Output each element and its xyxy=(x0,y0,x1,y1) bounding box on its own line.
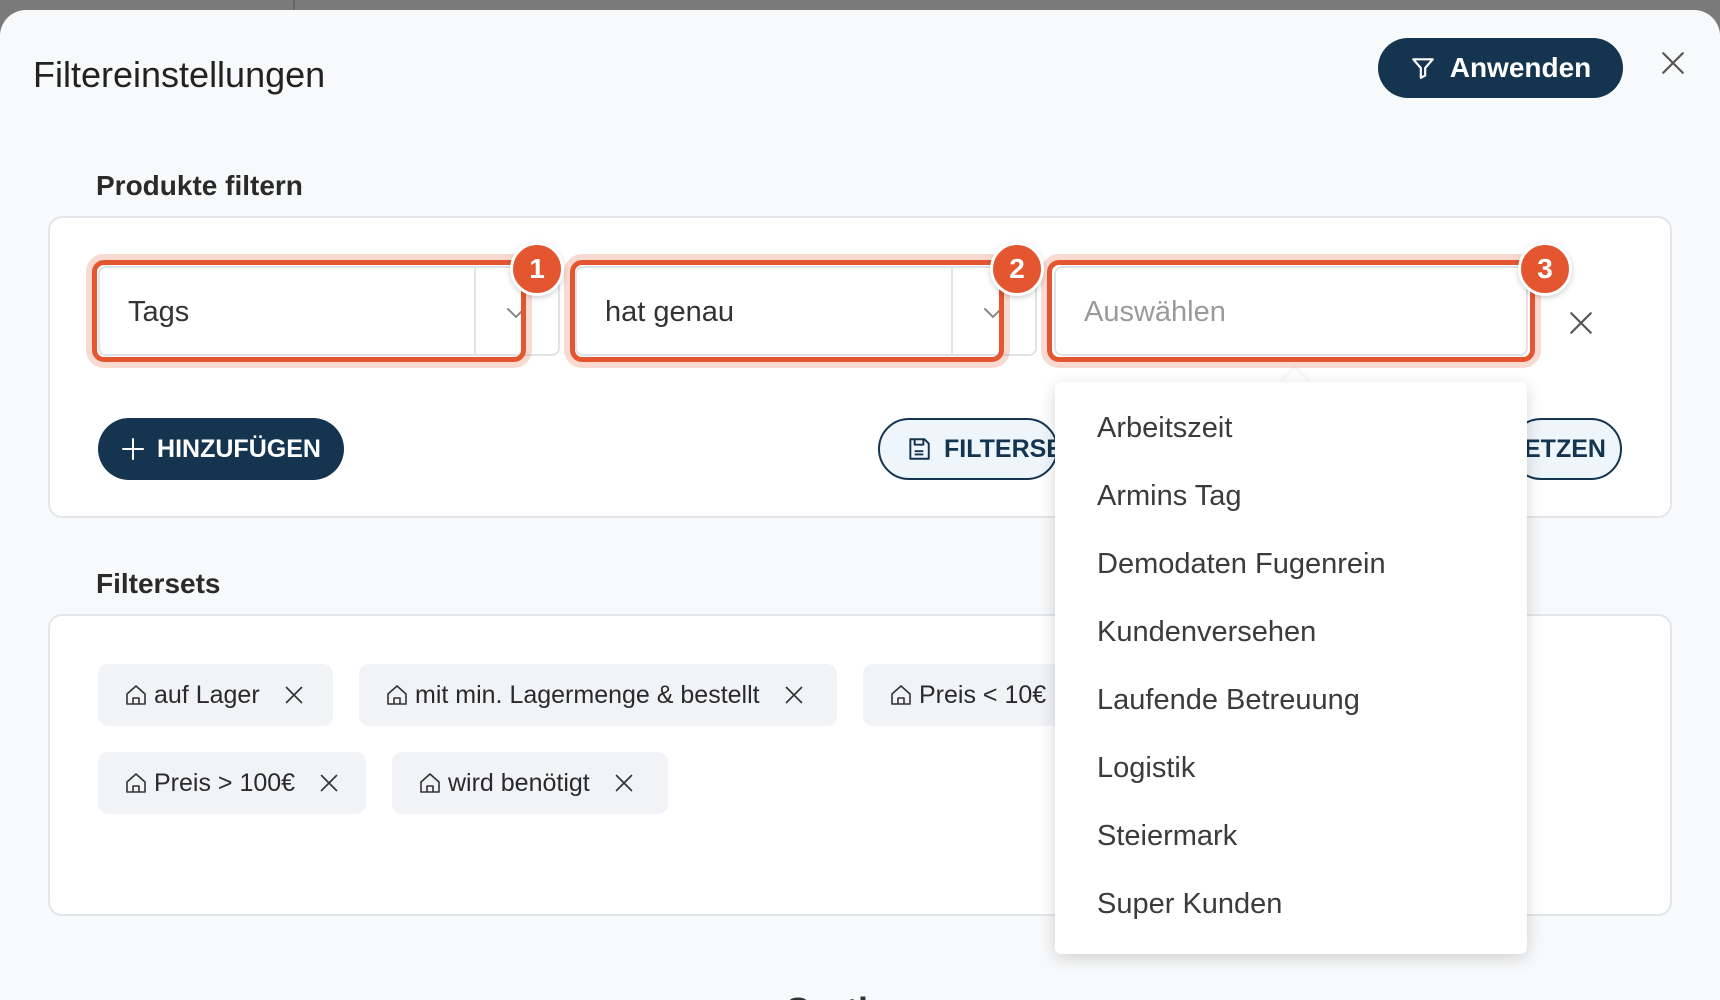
filterset-chip[interactable]: wird benötigt xyxy=(392,752,668,814)
close-icon[interactable] xyxy=(284,685,304,705)
home-icon xyxy=(387,685,407,705)
close-icon[interactable] xyxy=(319,773,339,793)
close-icon[interactable] xyxy=(784,685,804,705)
dropdown-option[interactable]: Kundenversehen xyxy=(1097,616,1316,649)
dropdown-option[interactable]: Super Kunden xyxy=(1097,888,1282,921)
backdrop-divider xyxy=(293,0,295,10)
save-filterset-label: FILTERSE xyxy=(944,434,1058,463)
filterset-chip[interactable]: auf Lager xyxy=(98,664,333,726)
dropdown-option[interactable]: Armins Tag xyxy=(1097,480,1242,513)
step-badge-1: 1 xyxy=(510,242,564,296)
add-filter-button[interactable]: HINZUFÜGEN xyxy=(98,418,344,480)
home-icon xyxy=(891,685,911,705)
filterset-chip[interactable]: Preis < 10€ xyxy=(863,664,1063,726)
plus-icon xyxy=(122,438,145,460)
close-icon[interactable] xyxy=(1660,50,1686,76)
filterset-chip[interactable]: mit min. Lagermenge & bestellt xyxy=(359,664,837,726)
highlight-field-select xyxy=(92,260,526,362)
filterset-chip-label: Preis > 100€ xyxy=(154,768,296,797)
step-badge-3: 3 xyxy=(1518,242,1572,296)
dropdown-option[interactable]: Laufende Betreuung xyxy=(1097,684,1360,717)
filter-icon xyxy=(1411,58,1434,79)
dropdown-option[interactable]: Arbeitszeit xyxy=(1097,412,1232,445)
dropdown-option[interactable]: Steiermark xyxy=(1097,820,1237,853)
modal-title: Filtereinstellungen xyxy=(33,54,326,95)
dropdown-option[interactable]: Logistik xyxy=(1097,752,1195,785)
apply-button[interactable]: Anwenden xyxy=(1378,38,1623,98)
filterset-chip-label: mit min. Lagermenge & bestellt xyxy=(415,680,760,709)
reset-label: ETZEN xyxy=(1524,434,1606,463)
close-icon[interactable] xyxy=(614,773,634,793)
save-icon xyxy=(909,438,930,460)
dropdown-option[interactable]: Demodaten Fugenrein xyxy=(1097,548,1386,581)
save-filterset-button[interactable]: FILTERSE xyxy=(878,418,1058,480)
next-section-title: Sorti xyxy=(786,990,868,1000)
close-icon[interactable] xyxy=(1568,310,1594,336)
add-filter-label: HINZUFÜGEN xyxy=(157,434,321,463)
home-icon xyxy=(126,773,146,793)
step-badge-2: 2 xyxy=(990,242,1044,296)
filterset-chip[interactable]: Preis > 100€ xyxy=(98,752,366,814)
filterset-chip-label: auf Lager xyxy=(154,680,260,709)
filterset-chip-label: Preis < 10€ xyxy=(919,680,1047,709)
apply-button-label: Anwenden xyxy=(1449,52,1592,83)
home-icon xyxy=(420,773,440,793)
products-filter-title: Produkte filtern xyxy=(96,170,303,201)
filterset-chip-label: wird benötigt xyxy=(448,768,590,797)
filtersets-title: Filtersets xyxy=(96,568,221,599)
highlight-value-select xyxy=(1047,260,1535,362)
tags-dropdown: Arbeitszeit Armins Tag Demodaten Fugenre… xyxy=(1055,382,1527,954)
home-icon xyxy=(126,685,146,705)
highlight-operator-select xyxy=(570,260,1004,362)
